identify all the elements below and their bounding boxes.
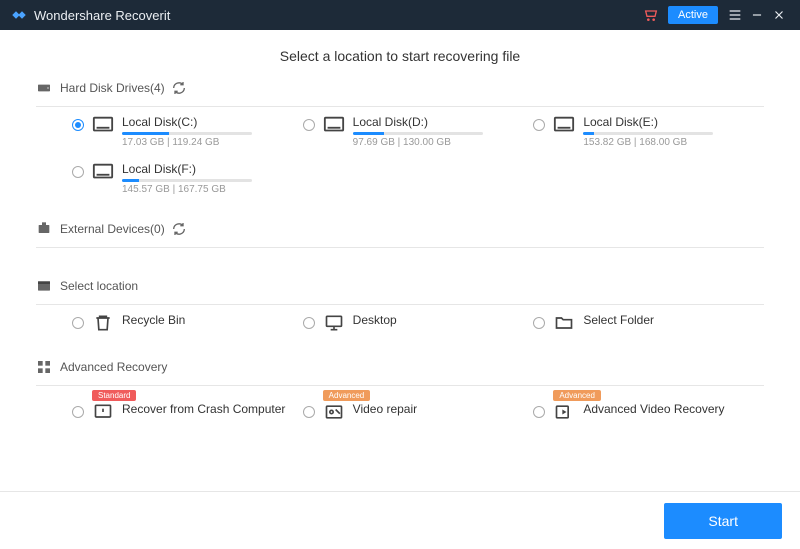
loc-label: Select Folder [583,313,654,327]
adv-crash[interactable]: Standard Recover from Crash Computer [72,402,303,422]
advanced-icon [36,359,52,375]
disk-d[interactable]: Local Disk(D:) 97.69 GB | 130.00 GB [303,115,534,148]
radio-disk-c[interactable] [72,119,84,131]
video-repair-icon [323,402,345,422]
menu-icon[interactable] [724,4,746,26]
section-hdd-label: Hard Disk Drives(4) [60,81,165,95]
adv-icon-wrap: Advanced [323,402,353,422]
adv-icon-wrap: Advanced [553,402,583,422]
disk-c[interactable]: Local Disk(C:) 17.03 GB | 119.24 GB [72,115,303,148]
radio-adv-video-repair[interactable] [303,406,315,418]
disk-body: Local Disk(D:) 97.69 GB | 130.00 GB [353,115,483,148]
tag-advanced: Advanced [323,390,371,401]
page-title: Select a location to start recovering fi… [36,48,764,64]
radio-adv-crash[interactable] [72,406,84,418]
desktop-icon [323,313,345,333]
disk-label: Local Disk(C:) [122,115,252,129]
radio-recycle[interactable] [72,317,84,329]
disk-label: Local Disk(F:) [122,162,252,176]
external-icon [36,221,52,237]
disks-row: Local Disk(C:) 17.03 GB | 119.24 GB Loca… [36,107,764,209]
refresh-icon[interactable] [171,221,187,237]
radio-desktop[interactable] [303,317,315,329]
start-button[interactable]: Start [664,503,782,539]
location-icon [36,278,52,294]
title-bar: Wondershare Recoverit Active [0,0,800,30]
crash-icon [92,402,114,422]
radio-disk-d[interactable] [303,119,315,131]
disk-size: 145.57 GB | 167.75 GB [122,184,252,195]
section-adv-label: Advanced Recovery [60,360,167,374]
disk-label: Local Disk(D:) [353,115,483,129]
section-ext-label: External Devices(0) [60,222,165,236]
adv-icon-wrap: Standard [92,402,122,422]
disk-progress [353,132,483,135]
active-button[interactable]: Active [668,6,718,24]
tag-advanced: Advanced [553,390,601,401]
drive-icon [553,115,575,135]
loc-recycle[interactable]: Recycle Bin [72,313,303,333]
disk-body: Local Disk(C:) 17.03 GB | 119.24 GB [122,115,252,148]
section-ext: External Devices(0) [36,221,764,237]
loc-desktop[interactable]: Desktop [303,313,534,333]
app-logo-icon [10,6,28,24]
drive-icon [92,115,114,135]
disk-progress [122,179,252,182]
adv-label: Recover from Crash Computer [122,402,285,416]
section-loc-label: Select location [60,279,138,293]
locations-row: Recycle Bin Desktop Select Folder [36,305,764,347]
loc-label: Desktop [353,313,397,327]
main-content: Select a location to start recovering fi… [0,30,800,491]
disk-size: 17.03 GB | 119.24 GB [122,137,252,148]
radio-adv-video-recovery[interactable] [533,406,545,418]
refresh-icon[interactable] [171,80,187,96]
radio-folder[interactable] [533,317,545,329]
section-hdd: Hard Disk Drives(4) [36,80,764,96]
footer: Start [0,491,800,549]
disk-size: 153.82 GB | 168.00 GB [583,137,713,148]
radio-disk-f[interactable] [72,166,84,178]
drive-icon [323,115,345,135]
section-loc: Select location [36,278,764,294]
disk-progress [122,132,252,135]
drive-icon [92,162,114,182]
loc-folder[interactable]: Select Folder [533,313,764,333]
section-adv: Advanced Recovery [36,359,764,375]
radio-disk-e[interactable] [533,119,545,131]
app-title: Wondershare Recoverit [34,8,640,23]
folder-icon [553,313,575,333]
disk-e[interactable]: Local Disk(E:) 153.82 GB | 168.00 GB [533,115,764,148]
minimize-icon[interactable] [746,4,768,26]
tag-standard: Standard [92,390,136,401]
disk-body: Local Disk(E:) 153.82 GB | 168.00 GB [583,115,713,148]
advanced-row: Standard Recover from Crash Computer Adv… [36,386,764,436]
cart-icon[interactable] [640,4,662,26]
disk-progress [583,132,713,135]
hdd-icon [36,80,52,96]
disk-body: Local Disk(F:) 145.57 GB | 167.75 GB [122,162,252,195]
disk-label: Local Disk(E:) [583,115,713,129]
close-icon[interactable] [768,4,790,26]
adv-label: Video repair [353,402,418,416]
adv-video-recovery[interactable]: Advanced Advanced Video Recovery [533,402,764,422]
adv-video-repair[interactable]: Advanced Video repair [303,402,534,422]
loc-label: Recycle Bin [122,313,185,327]
disk-f[interactable]: Local Disk(F:) 145.57 GB | 167.75 GB [72,162,303,195]
disk-size: 97.69 GB | 130.00 GB [353,137,483,148]
video-recovery-icon [553,402,575,422]
adv-label: Advanced Video Recovery [583,402,724,416]
recycle-bin-icon [92,313,114,333]
